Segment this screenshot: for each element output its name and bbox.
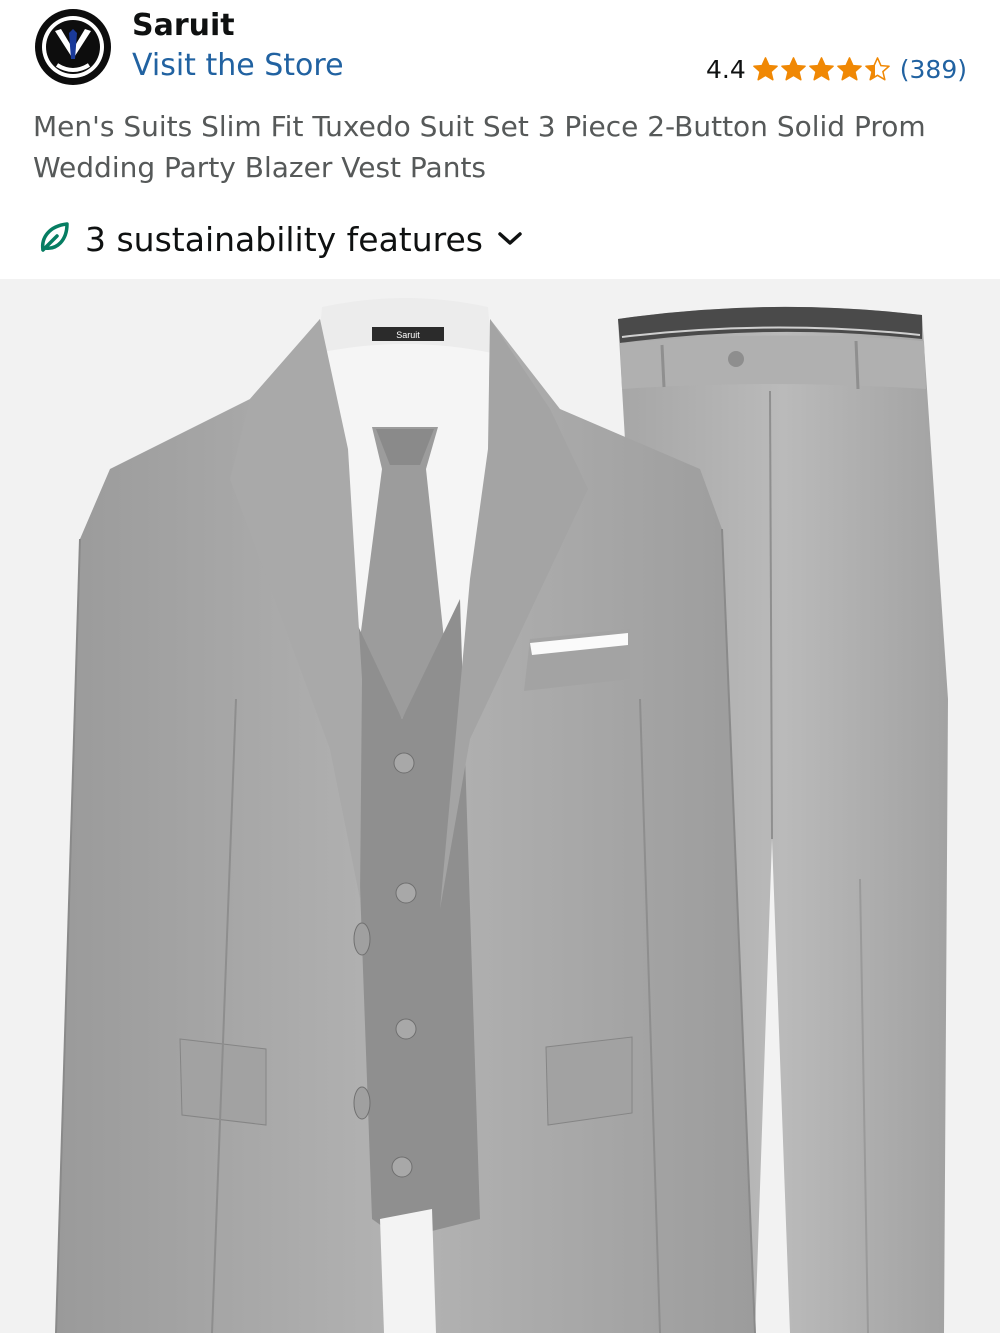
jacket: Saruit bbox=[55, 298, 756, 1333]
sustainability-label: 3 sustainability features bbox=[85, 219, 483, 259]
visit-store-link[interactable]: Visit the Store bbox=[132, 48, 344, 83]
star-icon bbox=[864, 56, 890, 80]
brand-name: Saruit bbox=[132, 8, 235, 43]
product-label-text: Saruit bbox=[396, 330, 420, 340]
product-image[interactable]: Saruit bbox=[0, 279, 1000, 1333]
sustainability-features-toggle[interactable]: 3 sustainability features bbox=[37, 215, 523, 263]
product-title: Men's Suits Slim Fit Tuxedo Suit Set 3 P… bbox=[33, 110, 926, 184]
leaf-icon bbox=[37, 220, 71, 258]
star-icon bbox=[836, 56, 862, 80]
rating-summary[interactable]: 4.4 (389) bbox=[706, 52, 967, 86]
star-icon bbox=[808, 56, 834, 80]
star-icon bbox=[780, 56, 806, 80]
star-rating bbox=[752, 56, 892, 83]
chevron-down-icon bbox=[497, 229, 523, 249]
product-header: Saruit Visit the Store 4.4 (389) Men's S… bbox=[0, 0, 1000, 280]
brand-logo[interactable] bbox=[35, 9, 111, 85]
review-count-link[interactable]: (389) bbox=[900, 55, 967, 84]
rating-value: 4.4 bbox=[706, 54, 746, 84]
star-icon bbox=[752, 56, 778, 80]
